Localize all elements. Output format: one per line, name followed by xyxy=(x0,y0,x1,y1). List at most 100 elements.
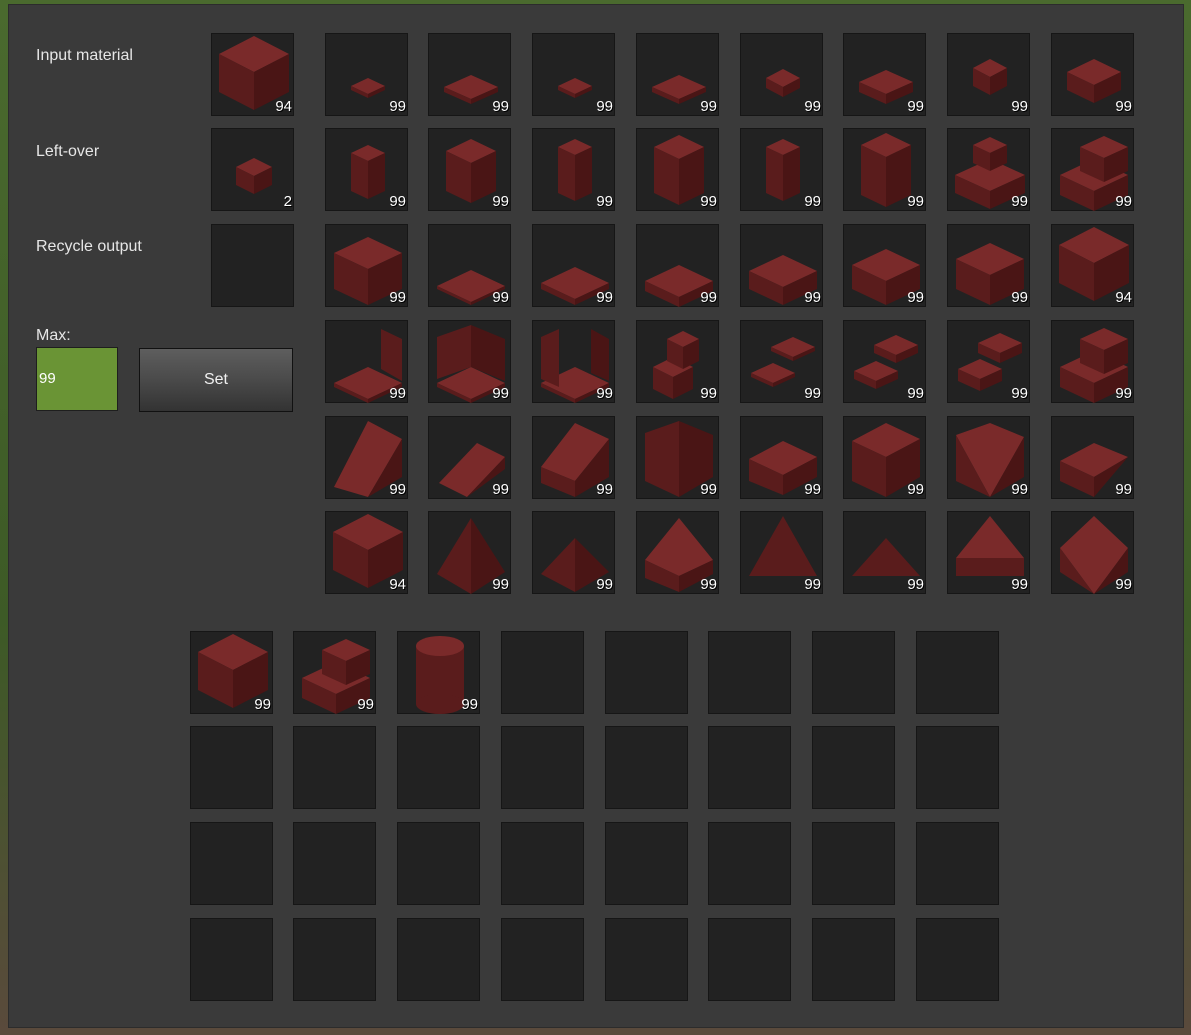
item-count: 99 xyxy=(596,385,613,402)
output-slot[interactable]: 99 xyxy=(947,224,1030,307)
output-slot[interactable]: 99 xyxy=(740,33,823,116)
item-count: 99 xyxy=(492,98,509,115)
inventory-slot[interactable] xyxy=(916,726,999,809)
output-slot[interactable]: 99 xyxy=(532,128,615,211)
recycle-output-slot[interactable] xyxy=(211,224,294,307)
output-slot[interactable]: 99 xyxy=(532,224,615,307)
output-slot[interactable]: 99 xyxy=(947,33,1030,116)
inventory-slot[interactable] xyxy=(916,822,999,905)
inventory-slot[interactable] xyxy=(190,726,273,809)
inventory-slot[interactable] xyxy=(916,918,999,1001)
output-slot[interactable]: 99 xyxy=(636,224,719,307)
output-slot[interactable]: 99 xyxy=(843,511,926,594)
inventory-slot[interactable] xyxy=(190,822,273,905)
output-slot[interactable]: 99 xyxy=(947,128,1030,211)
output-slot[interactable]: 99 xyxy=(428,511,511,594)
output-slot[interactable]: 99 xyxy=(1051,33,1134,116)
output-slot[interactable]: 99 xyxy=(325,128,408,211)
output-slot[interactable]: 99 xyxy=(636,416,719,499)
output-slot[interactable]: 99 xyxy=(428,128,511,211)
output-slot[interactable]: 99 xyxy=(1051,416,1134,499)
output-slot[interactable]: 94 xyxy=(1051,224,1134,307)
output-slot[interactable]: 99 xyxy=(740,128,823,211)
output-slot[interactable]: 99 xyxy=(1051,511,1134,594)
inventory-slot[interactable] xyxy=(812,822,895,905)
output-slot[interactable]: 99 xyxy=(843,320,926,403)
leftover-slot[interactable]: 2 xyxy=(211,128,294,211)
inventory-slot[interactable] xyxy=(605,918,688,1001)
item-count: 99 xyxy=(596,289,613,306)
output-slot[interactable]: 99 xyxy=(532,33,615,116)
output-slot[interactable]: 99 xyxy=(532,320,615,403)
item-count: 99 xyxy=(1011,481,1028,498)
inventory-slot[interactable] xyxy=(812,631,895,714)
item-count: 99 xyxy=(596,193,613,210)
item-count: 99 xyxy=(596,576,613,593)
item-count: 99 xyxy=(700,289,717,306)
inventory-slot[interactable] xyxy=(812,918,895,1001)
output-slot[interactable]: 99 xyxy=(532,416,615,499)
output-slot[interactable]: 99 xyxy=(325,320,408,403)
item-count: 99 xyxy=(907,193,924,210)
inventory-slot[interactable]: 99 xyxy=(190,631,273,714)
item-count: 99 xyxy=(1115,481,1132,498)
inventory-slot[interactable] xyxy=(397,726,480,809)
output-slot[interactable]: 99 xyxy=(1051,320,1134,403)
output-slot[interactable]: 99 xyxy=(636,320,719,403)
output-slot[interactable]: 99 xyxy=(428,33,511,116)
item-count: 99 xyxy=(1115,385,1132,402)
item-count: 99 xyxy=(907,481,924,498)
inventory-slot[interactable] xyxy=(708,631,791,714)
inventory-slot[interactable] xyxy=(605,631,688,714)
output-slot[interactable]: 99 xyxy=(325,224,408,307)
output-slot[interactable]: 99 xyxy=(740,416,823,499)
inventory-slot[interactable] xyxy=(708,822,791,905)
output-slot[interactable]: 99 xyxy=(740,224,823,307)
inventory-slot[interactable] xyxy=(812,726,895,809)
inventory-slot[interactable] xyxy=(501,822,584,905)
output-slot[interactable]: 99 xyxy=(636,511,719,594)
max-input[interactable]: 99 xyxy=(36,347,118,411)
inventory-slot[interactable] xyxy=(397,822,480,905)
input-material-slot[interactable]: 94 xyxy=(211,33,294,116)
inventory-slot[interactable] xyxy=(501,918,584,1001)
inventory-slot[interactable] xyxy=(708,726,791,809)
inventory-slot[interactable] xyxy=(501,631,584,714)
output-slot[interactable]: 99 xyxy=(325,33,408,116)
inventory-slot[interactable] xyxy=(605,822,688,905)
inventory-slot[interactable] xyxy=(916,631,999,714)
inventory-slot[interactable] xyxy=(293,822,376,905)
inventory-slot[interactable] xyxy=(501,726,584,809)
inventory-slot[interactable]: 99 xyxy=(293,631,376,714)
inventory-slot[interactable]: 99 xyxy=(397,631,480,714)
output-slot[interactable]: 99 xyxy=(947,320,1030,403)
output-slot[interactable]: 99 xyxy=(428,416,511,499)
output-slot[interactable]: 99 xyxy=(947,416,1030,499)
output-slot[interactable]: 99 xyxy=(636,128,719,211)
item-count: 99 xyxy=(596,481,613,498)
output-slot[interactable]: 99 xyxy=(843,416,926,499)
output-slot[interactable]: 99 xyxy=(532,511,615,594)
item-count: 99 xyxy=(804,481,821,498)
output-slot[interactable]: 99 xyxy=(636,33,719,116)
output-slot[interactable]: 99 xyxy=(1051,128,1134,211)
inventory-slot[interactable] xyxy=(605,726,688,809)
output-slot[interactable]: 99 xyxy=(843,128,926,211)
output-slot[interactable]: 99 xyxy=(428,320,511,403)
output-slot[interactable]: 99 xyxy=(843,224,926,307)
inventory-slot[interactable] xyxy=(190,918,273,1001)
inventory-slot[interactable] xyxy=(293,726,376,809)
output-slot[interactable]: 99 xyxy=(428,224,511,307)
output-slot[interactable]: 99 xyxy=(740,511,823,594)
item-count: 99 xyxy=(1115,98,1132,115)
set-button[interactable]: Set xyxy=(139,348,293,412)
output-slot[interactable]: 99 xyxy=(947,511,1030,594)
output-slot[interactable]: 99 xyxy=(843,33,926,116)
inventory-slot[interactable] xyxy=(293,918,376,1001)
inventory-slot[interactable] xyxy=(708,918,791,1001)
inventory-slot[interactable] xyxy=(397,918,480,1001)
output-slot[interactable]: 99 xyxy=(740,320,823,403)
output-slot[interactable]: 99 xyxy=(325,416,408,499)
output-slot[interactable]: 94 xyxy=(325,511,408,594)
leftover-label: Left-over xyxy=(36,143,100,160)
